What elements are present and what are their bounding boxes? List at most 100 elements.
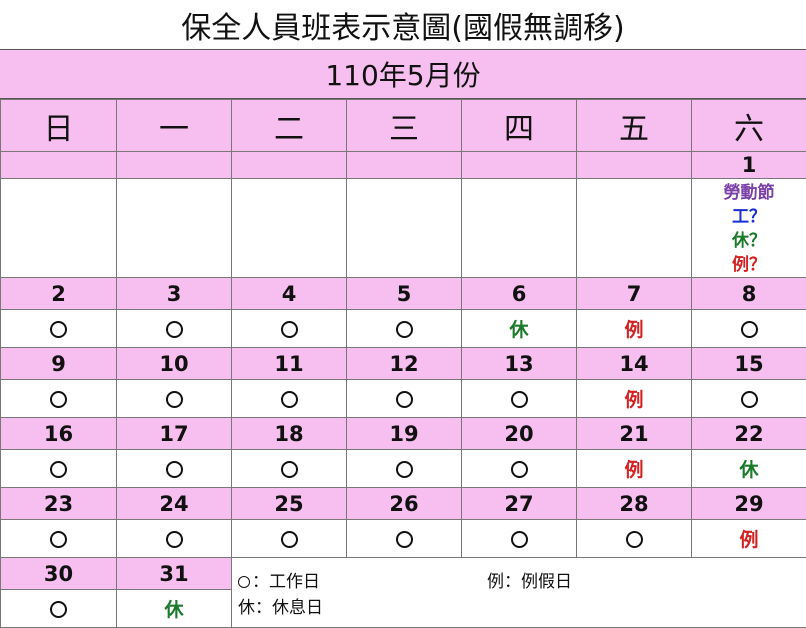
day-number: 12 (347, 348, 462, 380)
regular-off-cell: 例 (577, 380, 692, 418)
circle-icon (166, 321, 183, 338)
shift-cell-empty (577, 179, 692, 278)
legend: ：工作日休：休息日 例：例假日 (232, 558, 806, 628)
regular-off-cell: 例 (692, 520, 806, 558)
day-number: 14 (577, 348, 692, 380)
day-number: 31 (117, 558, 232, 590)
work-day-cell (462, 380, 577, 418)
shift-row: 例 (1, 520, 806, 558)
day-number: 7 (577, 278, 692, 310)
day-number: 30 (1, 558, 117, 590)
weekday-thu: 四 (462, 100, 577, 152)
shift-cell-empty (347, 179, 462, 278)
shift-row: 例休 (1, 450, 806, 488)
day-number: 27 (462, 488, 577, 520)
day-number: 5 (347, 278, 462, 310)
work-day-cell (117, 380, 232, 418)
day-number: 25 (232, 488, 347, 520)
weekday-sat: 六 (692, 100, 806, 152)
circle-icon (396, 321, 413, 338)
regular-off-mark: 例 (624, 459, 643, 481)
day-number: 8 (692, 278, 806, 310)
work-day-cell (462, 520, 577, 558)
circle-icon (396, 531, 413, 548)
schedule-sheet: 保全人員班表示意圖(國假無調移) 110年5月份 日 一 二 三 四 五 六 (0, 0, 806, 627)
option-regular-off: 例？ (692, 253, 806, 277)
work-day-cell (117, 310, 232, 348)
shift-cell-empty (462, 179, 577, 278)
circle-icon (511, 461, 528, 478)
day-number: 24 (117, 488, 232, 520)
day-number: 21 (577, 418, 692, 450)
day-number: 23 (1, 488, 117, 520)
work-day-cell (1, 520, 117, 558)
day-cell-empty (232, 152, 347, 179)
work-day-cell (347, 450, 462, 488)
work-day-cell (692, 380, 806, 418)
circle-icon (166, 461, 183, 478)
circle-icon (281, 391, 298, 408)
work-day-cell (232, 380, 347, 418)
legend-work: ：工作日 (238, 567, 320, 592)
day-cell-empty (1, 152, 117, 179)
day-number: 19 (347, 418, 462, 450)
day-number: 9 (1, 348, 117, 380)
month-banner: 110年5月份 (0, 49, 806, 99)
rest-day-cell: 休 (692, 450, 806, 488)
weekday-sun: 日 (1, 100, 117, 152)
shift-row: 勞動節 工？ 休？ 例？ (1, 179, 806, 278)
work-day-cell (117, 450, 232, 488)
option-work: 工？ (692, 205, 806, 229)
regular-off-mark: 例 (624, 389, 643, 411)
day-number: 16 (1, 418, 117, 450)
rest-mark: 休 (164, 599, 183, 621)
shift-row: 休例 (1, 310, 806, 348)
regular-off-mark: 例 (739, 529, 758, 551)
shift-cell-empty (1, 179, 117, 278)
day-number: 10 (117, 348, 232, 380)
work-day-cell (1, 310, 117, 348)
work-day-cell (692, 310, 806, 348)
day-number: 28 (577, 488, 692, 520)
day-number: 26 (347, 488, 462, 520)
work-day-cell (1, 380, 117, 418)
work-day-cell (232, 310, 347, 348)
day-number: 6 (462, 278, 577, 310)
work-day-cell (577, 520, 692, 558)
circle-icon (511, 531, 528, 548)
weekday-tue: 二 (232, 100, 347, 152)
weekday-mon: 一 (117, 100, 232, 152)
day-number-row: 3031：工作日休：休息日例：例假日 (1, 558, 806, 590)
work-day-cell (117, 520, 232, 558)
day-number: 17 (117, 418, 232, 450)
day-number: 20 (462, 418, 577, 450)
circle-icon (166, 531, 183, 548)
rest-mark: 休 (739, 459, 758, 481)
day-cell-empty (117, 152, 232, 179)
circle-icon (50, 321, 67, 338)
day-number-row: 1 (1, 152, 806, 179)
circle-icon (626, 531, 643, 548)
day-cell-empty (462, 152, 577, 179)
legend-rest: 休：休息日 (238, 593, 323, 618)
rest-mark: 休 (509, 319, 528, 341)
circle-icon (281, 531, 298, 548)
legend-regular-off: 例：例假日 (487, 567, 572, 592)
legend-work-label: ：工作日 (252, 572, 320, 592)
work-day-cell (232, 450, 347, 488)
holiday-name: 勞動節 (692, 181, 806, 205)
circle-icon (50, 531, 67, 548)
day-number-row: 9101112131415 (1, 348, 806, 380)
circle-icon (50, 391, 67, 408)
labor-day-cell: 勞動節 工？ 休？ 例？ (692, 179, 806, 278)
option-rest: 休？ (692, 229, 806, 253)
day-number-row: 16171819202122 (1, 418, 806, 450)
work-day-cell (1, 590, 117, 628)
shift-row: 例 (1, 380, 806, 418)
work-day-cell (347, 310, 462, 348)
circle-icon (50, 601, 67, 618)
weekday-header-row: 日 一 二 三 四 五 六 (1, 100, 806, 152)
day-number-row: 2345678 (1, 278, 806, 310)
circle-icon (238, 576, 250, 588)
circle-icon (396, 461, 413, 478)
